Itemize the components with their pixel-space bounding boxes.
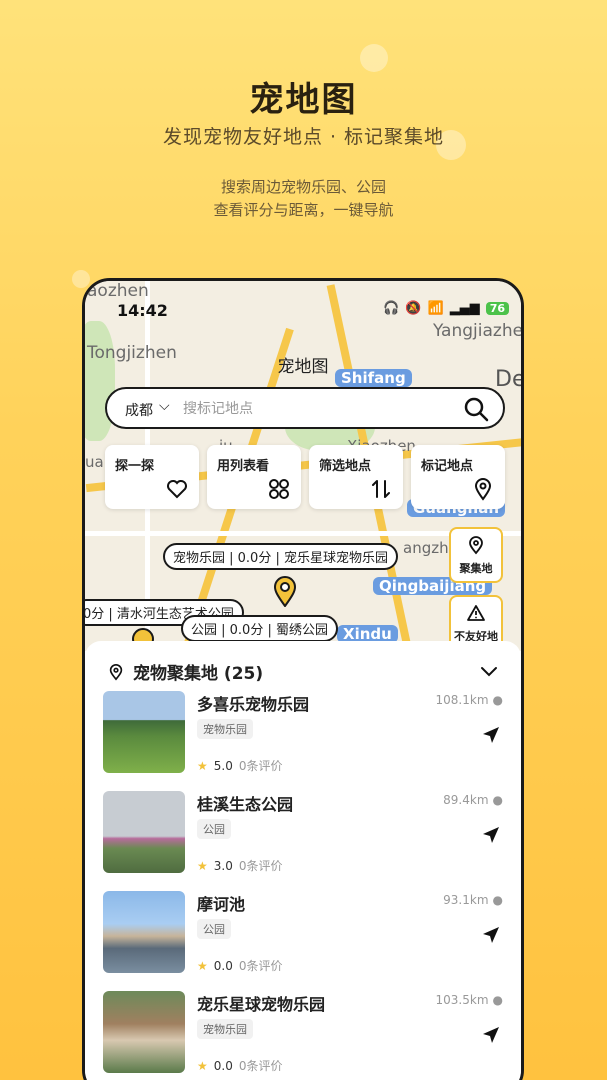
rating-value: 0.0 — [213, 1058, 233, 1073]
status-time: 14:42 — [117, 301, 168, 320]
warning-icon — [467, 605, 485, 621]
review-count: 0条评价 — [238, 759, 283, 773]
city-selector[interactable]: 成都 — [125, 400, 153, 420]
decor-bubble — [360, 44, 388, 72]
feature-label: 筛选地点 — [319, 459, 372, 474]
hero-description-line2: 查看评分与距离，一键导航 — [213, 201, 394, 219]
review-count: 0条评价 — [238, 859, 283, 873]
hero-title: 宠地图 — [249, 80, 358, 120]
distance-value: 103.5km — [435, 993, 489, 1007]
filter-icon — [372, 480, 390, 498]
wifi-icon: 📶 — [427, 301, 444, 316]
status-bar: 14:42 🎧 🔕 📶 ▂▄▆ 76 — [85, 281, 521, 329]
place-distance: 108.1km ● — [436, 693, 503, 707]
place-name: 桂溪生态公园 — [197, 795, 294, 814]
map-view[interactable]: aozhen Tongjizhen Shifang Yangjiazhe De … — [85, 281, 521, 651]
distance-value: 89.4km — [443, 793, 489, 807]
place-thumbnail — [103, 891, 185, 973]
chevron-down-icon[interactable] — [479, 661, 499, 681]
location-dot-icon: ● — [492, 693, 503, 707]
place-distance: 93.1km ● — [443, 893, 503, 907]
star-icon: ★ — [197, 858, 208, 873]
feature-list-view-button[interactable]: 用列表看 — [207, 445, 301, 509]
place-thumbnail — [103, 991, 185, 1073]
feature-label: 探一探 — [115, 459, 155, 474]
place-card[interactable]: 桂溪生态公园 公园 ★ 3.0 0条评价 89.4km ● — [103, 791, 507, 883]
distance-value: 93.1km — [443, 893, 489, 907]
feature-label: 标记地点 — [421, 459, 474, 474]
place-name: 摩诃池 — [197, 895, 246, 914]
map-pin-icon[interactable] — [273, 575, 297, 607]
place-thumbnail — [103, 691, 185, 773]
map-place-name: ua — [85, 453, 104, 471]
review-count: 0条评价 — [238, 959, 283, 973]
rating-value: 3.0 — [213, 858, 233, 873]
panel-title: 宠物聚集地 (25) — [133, 664, 264, 684]
headphones-icon: 🎧 — [383, 301, 400, 316]
rating-value: 5.0 — [213, 758, 233, 773]
search-input[interactable] — [183, 399, 453, 419]
place-rating: ★ 3.0 0条评价 — [197, 857, 283, 874]
place-card[interactable]: 摩诃池 公园 ★ 0.0 0条评价 93.1km ● — [103, 891, 507, 983]
feature-label: 用列表看 — [217, 459, 270, 474]
feature-explore-button[interactable]: 探一探 — [105, 445, 199, 509]
place-tag: 公园 — [197, 919, 231, 939]
hero-description-line1: 搜索周边宠物乐园、公园 — [220, 178, 386, 196]
navigate-icon[interactable] — [481, 725, 501, 745]
location-pin-icon — [469, 536, 483, 555]
location-pin-icon — [109, 663, 123, 680]
place-tag: 宠物乐园 — [197, 1019, 253, 1039]
places-panel: 宠物聚集地 (25) 多喜乐宠物乐园 宠物乐园 ★ 5.0 0条评价 108.1… — [85, 641, 521, 1080]
navigate-icon[interactable] — [481, 825, 501, 845]
feature-filter-button[interactable]: 筛选地点 — [309, 445, 403, 509]
distance-value: 108.1km — [435, 693, 489, 707]
map-marker-label[interactable]: 公园 | 0.0分 | 蜀绣公园 — [181, 615, 338, 642]
panel-header[interactable]: 宠物聚集地 (25) — [107, 659, 263, 684]
location-pin-icon — [474, 478, 492, 501]
place-name: 多喜乐宠物乐园 — [197, 695, 310, 714]
grid-icon — [269, 479, 289, 499]
location-dot-icon: ● — [492, 793, 503, 807]
signal-icon: ▂▄▆ — [449, 301, 480, 316]
chevron-down-icon[interactable]: ⌵ — [159, 398, 170, 414]
place-card[interactable]: 多喜乐宠物乐园 宠物乐园 ★ 5.0 0条评价 108.1km ● — [103, 691, 507, 783]
side-button-label: 聚集地 — [459, 562, 493, 575]
battery-icon: 76 — [485, 302, 509, 315]
place-rating: ★ 0.0 0条评价 — [197, 957, 283, 974]
place-rating: ★ 0.0 0条评价 — [197, 1057, 283, 1074]
status-icons: 🎧 🔕 📶 ▂▄▆ 76 — [383, 301, 509, 316]
place-distance: 89.4km ● — [443, 793, 503, 807]
review-count: 0条评价 — [238, 1059, 283, 1073]
phone-frame: aozhen Tongjizhen Shifang Yangjiazhe De … — [82, 278, 524, 1080]
mute-icon: 🔕 — [405, 301, 422, 316]
map-page-title: 宠地图 — [277, 357, 329, 377]
location-dot-icon: ● — [492, 893, 503, 907]
place-tag: 公园 — [197, 819, 231, 839]
location-dot-icon: ● — [492, 993, 503, 1007]
place-thumbnail — [103, 791, 185, 873]
search-icon[interactable] — [463, 396, 489, 422]
place-name: 宠乐星球宠物乐园 — [197, 995, 326, 1014]
star-icon: ★ — [197, 758, 208, 773]
rating-value: 0.0 — [213, 958, 233, 973]
map-marker-label[interactable]: 宠物乐园 | 0.0分 | 宠乐星球宠物乐园 — [163, 543, 398, 570]
place-tag: 宠物乐园 — [197, 719, 253, 739]
navigate-icon[interactable] — [481, 1025, 501, 1045]
heart-icon — [167, 480, 187, 499]
hero-subtitle: 发现宠物友好地点 · 标记聚集地 — [162, 126, 445, 148]
place-rating: ★ 5.0 0条评价 — [197, 757, 283, 774]
star-icon: ★ — [197, 1058, 208, 1073]
navigate-icon[interactable] — [481, 925, 501, 945]
place-distance: 103.5km ● — [436, 993, 503, 1007]
gathering-spots-button[interactable]: 聚集地 — [449, 527, 503, 583]
search-bar: 成都 ⌵ — [105, 387, 505, 429]
place-card[interactable]: 宠乐星球宠物乐园 宠物乐园 ★ 0.0 0条评价 103.5km ● — [103, 991, 507, 1080]
star-icon: ★ — [197, 958, 208, 973]
feature-mark-place-button[interactable]: 标记地点 — [411, 445, 505, 509]
